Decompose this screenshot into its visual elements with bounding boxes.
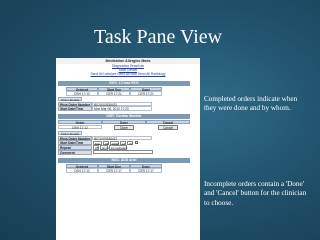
ekg-order-details-tab[interactable]: Order Details [58,97,83,102]
start-year-input[interactable]: 2010 [110,140,119,146]
start-minute-select[interactable]: 20 [127,140,133,146]
add-cell-done: CER 17:17 [130,168,162,173]
start-checkbox[interactable] [135,141,138,145]
start-month-select[interactable]: Mar [93,140,102,146]
ekg-start-label: Start Date/Time [58,106,92,111]
ekg-cell-done: CER 17:21 [130,91,162,96]
link-send-all[interactable]: Send All Labs/pre Send All Now Send All … [56,72,200,77]
cardiac-col-done: Done [102,120,146,125]
done-button[interactable]: Done [114,124,134,130]
cardiac-col-order: Order [58,120,102,125]
section-ekg-title: EKG: 12 lead EKG [58,81,190,86]
comment-field[interactable] [93,150,153,155]
cardiac-comment-label: Comment [58,149,92,155]
add-cell-ordered: DSH 17:12 [66,168,98,173]
start-hour-select[interactable]: 17 [120,140,126,146]
cardiac-cell-ordered: DSH 17:12 [58,124,102,129]
add-cell-start-due: CER 17:17 [98,168,130,173]
section-add-title: NUC: ADD Ariel [58,158,190,163]
ekg-cell-ordered: DSH 17:12 [66,91,98,96]
task-pane: Medication Allergies Meds Diagnostics Te… [56,58,200,240]
repeat-count-select[interactable]: 05 [93,145,99,150]
completed-orders-note: Completed orders indicate when they were… [204,95,298,113]
repeat-unit-select[interactable]: times [100,145,109,150]
cardiac-col-cancel: Cancel [146,120,190,125]
slide-title: Task Pane View [94,26,223,48]
ekg-start-value: Mon Mar 08, 2010 17:20 [92,106,152,111]
start-day-select[interactable]: 08 [103,140,109,146]
repeat-frequency-select[interactable]: immediately [109,145,128,150]
ekg-cell-start-due: CER 17:21 [98,91,130,96]
section-cardiac-title: NUR: Cardiac Monitor [58,114,190,119]
incomplete-orders-note: Incomplete orders contain a 'Done' and '… [204,180,307,207]
cardiac-order-details-tab[interactable]: Order Details [58,131,83,136]
cancel-button[interactable]: Cancel [158,124,178,130]
